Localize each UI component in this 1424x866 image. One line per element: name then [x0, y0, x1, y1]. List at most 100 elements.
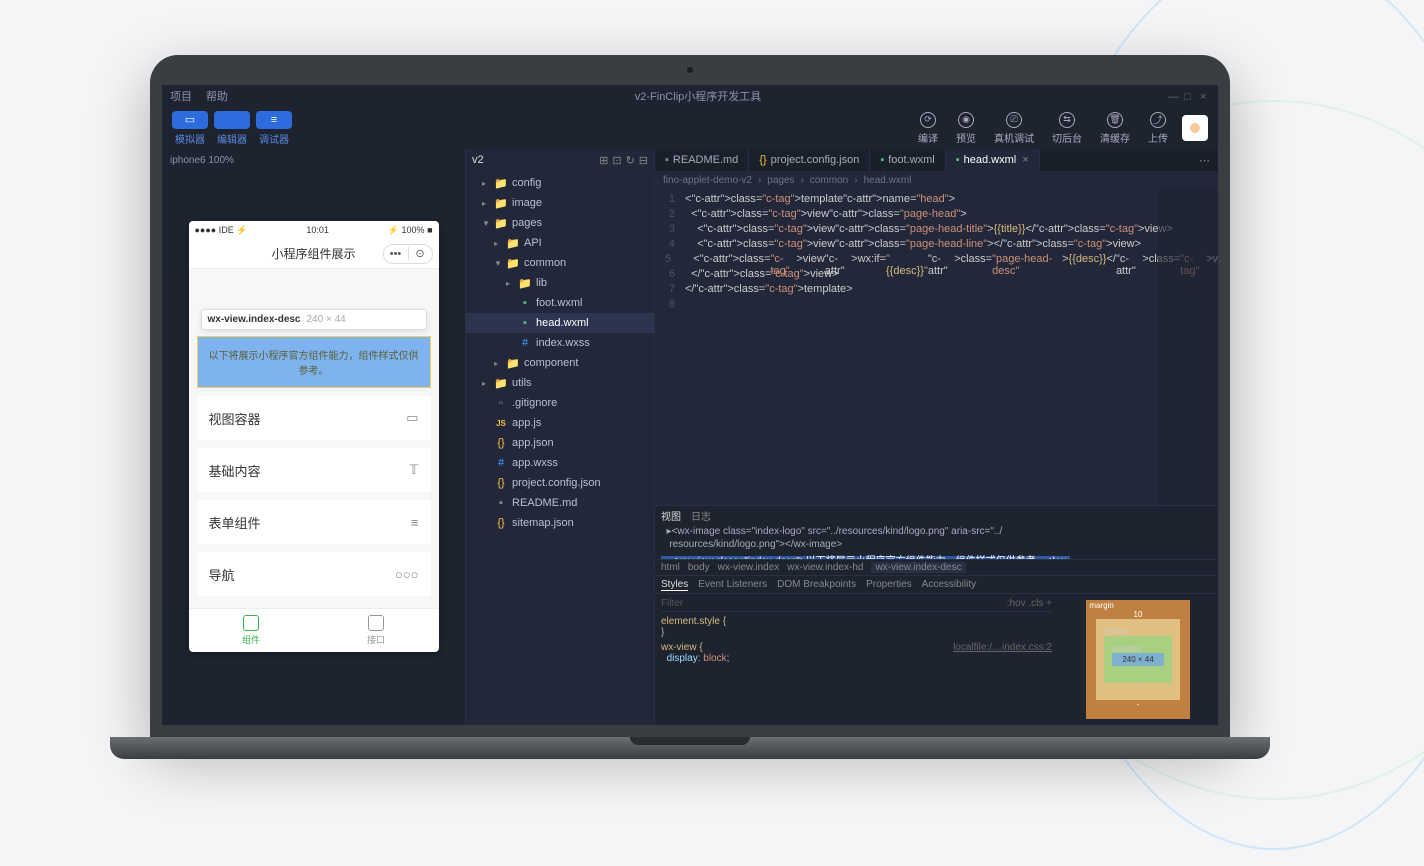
- menubar: 项目 帮助 v2-FinClip小程序开发工具 — □ ×: [162, 85, 1218, 107]
- app-window: 项目 帮助 v2-FinClip小程序开发工具 — □ × ▭模拟器编辑器≡调试…: [162, 85, 1218, 725]
- devtools-panel: 视图 日志 ▸<wx-image class="index-logo" src=…: [655, 505, 1218, 725]
- tab-api[interactable]: 接口: [314, 609, 439, 652]
- capsule-button[interactable]: ••• ⊙: [383, 244, 433, 264]
- mode-2[interactable]: ≡调试器: [256, 111, 292, 146]
- breadcrumb-seg[interactable]: pages: [767, 175, 794, 186]
- simulator-panel: iphone6 100% ●●●● IDE ⚡ 10:01 ⚡ 100% ■ 小…: [162, 149, 465, 725]
- tree-item[interactable]: ▪head.wxml: [466, 313, 654, 333]
- crumb-seg[interactable]: wx-view.index-desc: [871, 562, 965, 573]
- tree-item[interactable]: #index.wxss: [466, 333, 654, 353]
- camera-dot: [687, 67, 693, 73]
- tree-item[interactable]: ▸📁image: [466, 193, 654, 213]
- action-0[interactable]: ⟳编译: [918, 112, 938, 145]
- collapse-icon[interactable]: ⊟: [639, 154, 648, 167]
- close-icon[interactable]: ×: [1200, 91, 1210, 101]
- minimap[interactable]: [1158, 189, 1218, 505]
- menu-help[interactable]: 帮助: [206, 88, 228, 104]
- phone-nav-bar: 小程序组件展示 ••• ⊙: [189, 239, 439, 269]
- toolbar: ▭模拟器编辑器≡调试器 ⟳编译 ◉预览 ⎚真机调试 ⇆切后台 🗑清缓存 ⤴上传: [162, 107, 1218, 149]
- editor-tabs: ▪README.md{}project.config.json▪foot.wxm…: [655, 149, 1218, 171]
- list-item[interactable]: 表单组件≡: [197, 500, 431, 544]
- breadcrumb-seg[interactable]: common: [810, 175, 848, 186]
- breadcrumb-seg[interactable]: fino-applet-demo-v2: [663, 175, 752, 186]
- editor-tab[interactable]: ▪head.wxml×: [946, 149, 1040, 171]
- editor-tab[interactable]: {}project.config.json: [749, 149, 870, 171]
- crumb-seg[interactable]: wx-view.index: [718, 562, 780, 573]
- crumb-seg[interactable]: wx-view.index-hd: [787, 562, 863, 573]
- window-title: v2-FinClip小程序开发工具: [635, 88, 762, 104]
- tree-item[interactable]: ▪README.md: [466, 493, 654, 513]
- breadcrumb-seg[interactable]: head.wxml: [864, 175, 912, 186]
- phone-status-bar: ●●●● IDE ⚡ 10:01 ⚡ 100% ■: [189, 221, 439, 239]
- grid-icon: [243, 615, 259, 631]
- close-circle-icon[interactable]: ⊙: [408, 247, 432, 260]
- phone-preview: ●●●● IDE ⚡ 10:01 ⚡ 100% ■ 小程序组件展示 ••• ⊙: [189, 221, 439, 652]
- main-split: iphone6 100% ●●●● IDE ⚡ 10:01 ⚡ 100% ■ 小…: [162, 149, 1218, 725]
- tree-item[interactable]: ▸📁API: [466, 233, 654, 253]
- tree-item[interactable]: #app.wxss: [466, 453, 654, 473]
- tree-item[interactable]: ▸📁component: [466, 353, 654, 373]
- tree-item[interactable]: ▸📁utils: [466, 373, 654, 393]
- action-1[interactable]: ◉预览: [956, 112, 976, 145]
- action-4[interactable]: 🗑清缓存: [1100, 112, 1130, 145]
- new-file-icon[interactable]: ⊞: [599, 154, 608, 167]
- tree-item[interactable]: {}app.json: [466, 433, 654, 453]
- new-folder-icon[interactable]: ⊡: [612, 154, 621, 167]
- menu-project[interactable]: 项目: [170, 88, 192, 104]
- list-item[interactable]: 基础内容𝕋: [197, 448, 431, 492]
- more-icon[interactable]: ⋯: [1191, 154, 1218, 167]
- devtools-top-tabs: 视图 日志: [655, 506, 1218, 524]
- tree-item[interactable]: ▼📁common: [466, 253, 654, 273]
- elements-tree[interactable]: ▸<wx-image class="index-logo" src="../re…: [655, 524, 1218, 559]
- crumb-seg[interactable]: html: [661, 562, 680, 573]
- list-item[interactable]: 视图容器▭: [197, 396, 431, 440]
- refresh-icon[interactable]: ↻: [626, 154, 635, 167]
- tree-item[interactable]: ▫.gitignore: [466, 393, 654, 413]
- tree-item[interactable]: ▸📁lib: [466, 273, 654, 293]
- highlighted-element[interactable]: 以下将展示小程序官方组件能力，组件样式仅供参考。: [197, 336, 431, 388]
- mode-0[interactable]: ▭模拟器: [172, 111, 208, 146]
- tree-item[interactable]: JSapp.js: [466, 413, 654, 433]
- explorer-header: v2 ⊞ ⊡ ↻ ⊟: [466, 149, 654, 171]
- maximize-icon[interactable]: □: [1184, 91, 1194, 101]
- mode-1[interactable]: 编辑器: [214, 111, 250, 146]
- editor-panel: ▪README.md{}project.config.json▪foot.wxm…: [655, 149, 1218, 725]
- explorer-panel: v2 ⊞ ⊡ ↻ ⊟ ▸📁config▸📁image▼📁pages▸📁API▼📁…: [465, 149, 655, 725]
- action-3[interactable]: ⇆切后台: [1052, 112, 1082, 145]
- tree-item[interactable]: {}project.config.json: [466, 473, 654, 493]
- tree-item[interactable]: ▸📁config: [466, 173, 654, 193]
- tab-components[interactable]: 组件: [189, 609, 314, 652]
- laptop-frame: 项目 帮助 v2-FinClip小程序开发工具 — □ × ▭模拟器编辑器≡调试…: [150, 55, 1230, 759]
- tab-log[interactable]: 日志: [691, 508, 711, 523]
- minimize-icon[interactable]: —: [1168, 91, 1178, 101]
- styles-tab[interactable]: Accessibility: [922, 579, 976, 590]
- action-2[interactable]: ⎚真机调试: [994, 112, 1034, 145]
- crumb-seg[interactable]: body: [688, 562, 710, 573]
- elements-breadcrumb: html body wx-view.index wx-view.index-hd wx-…: [655, 559, 1218, 575]
- simulator-device-label[interactable]: iphone6 100%: [162, 149, 465, 171]
- tree-item[interactable]: ▪foot.wxml: [466, 293, 654, 313]
- styles-tab[interactable]: Event Listeners: [698, 579, 767, 590]
- phone-tabbar: 组件 接口: [189, 608, 439, 652]
- window-controls: — □ ×: [1168, 91, 1210, 101]
- styles-filter-input[interactable]: Filter: [661, 598, 683, 609]
- editor-tab[interactable]: ▪README.md: [655, 149, 749, 171]
- styles-panel[interactable]: Filter :hov .cls + element.style {}</spa…: [655, 594, 1058, 725]
- menu-dots-icon[interactable]: •••: [384, 248, 408, 260]
- action-5[interactable]: ⤴上传: [1148, 112, 1168, 145]
- code-editor[interactable]: 1<"c-attr">class="c-tag">template "c-att…: [655, 189, 1218, 505]
- tab-view[interactable]: 视图: [661, 508, 681, 523]
- styles-filter-actions[interactable]: :hov .cls +: [1007, 598, 1052, 609]
- breadcrumb: fino-applet-demo-v2›pages›common›head.wx…: [655, 171, 1218, 189]
- list-item[interactable]: 导航○○○: [197, 552, 431, 596]
- styles-sub-tabs: Styles Event Listeners DOM Breakpoints Prop…: [655, 576, 982, 593]
- tree-item[interactable]: {}sitemap.json: [466, 513, 654, 533]
- tree-item[interactable]: ▼📁pages: [466, 213, 654, 233]
- cube-icon: [368, 615, 384, 631]
- close-icon[interactable]: ×: [1022, 154, 1028, 166]
- styles-tab[interactable]: DOM Breakpoints: [777, 579, 856, 590]
- editor-tab[interactable]: ▪foot.wxml: [870, 149, 945, 171]
- styles-tab[interactable]: Styles: [661, 579, 688, 591]
- styles-tab[interactable]: Properties: [866, 579, 912, 590]
- avatar[interactable]: [1182, 115, 1208, 141]
